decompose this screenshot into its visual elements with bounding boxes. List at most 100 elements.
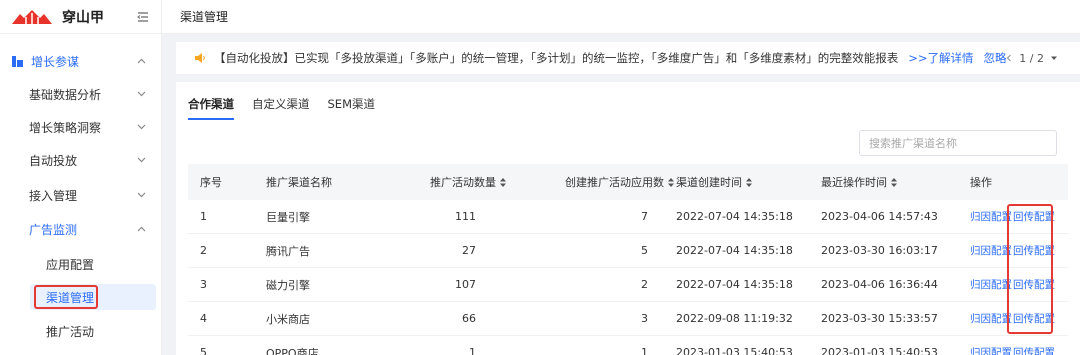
table-row: 5 OPPO商店 1 1 2023-01-03 15:40:53 2023-01-03 1…: [188, 336, 1068, 355]
cell-app-count: 3: [641, 312, 648, 325]
cell-name: OPPO商店: [266, 346, 319, 355]
table-header: 序号 推广渠道名称 推广活动数量 创建推广活动应用数 渠道创建时间 最近操作时间…: [188, 164, 1068, 200]
sidebar-group-label: 增长参谋: [31, 54, 80, 69]
cell-activity-count: 107: [455, 278, 476, 291]
cell-created: 2022-09-08 11:19:32: [676, 312, 793, 325]
sort-icon[interactable]: [891, 177, 897, 187]
tab-custom-channel[interactable]: 自定义渠道: [252, 96, 310, 120]
col-header-label: 最近操作时间: [821, 176, 887, 189]
cell-index: 4: [200, 312, 207, 325]
col-header-index: 序号: [200, 176, 222, 189]
col-header-app-count[interactable]: 创建推广活动应用数: [565, 174, 674, 190]
logo-text: 穿山甲: [62, 9, 104, 26]
sidebar-item-app-config[interactable]: 应用配置: [0, 249, 162, 279]
sidebar-item-label: 推广活动: [46, 324, 95, 339]
sidebar-item-basic-data[interactable]: 基础数据分析: [0, 79, 162, 109]
notice-pager: 1 / 2: [999, 52, 1064, 65]
attribution-config-link[interactable]: 归因配置: [970, 311, 1012, 326]
main-card: 合作渠道 自定义渠道 SEM渠道 序号 推广渠道名称 推广活动数量 创建推广活动…: [176, 82, 1080, 355]
page-title: 渠道管理: [180, 10, 229, 24]
col-header-label: 推广活动数量: [430, 176, 496, 189]
callback-config-link[interactable]: 回传配置: [1013, 311, 1055, 326]
cell-last-op: 2023-04-06 16:36:44: [821, 278, 938, 291]
cell-last-op: 2023-03-30 16:03:17: [821, 244, 938, 257]
page-header: 渠道管理: [162, 0, 1080, 34]
tab-sem-channel[interactable]: SEM渠道: [328, 96, 376, 120]
sort-icon[interactable]: [500, 177, 506, 187]
cell-activity-count: 66: [462, 312, 476, 325]
cell-name: 腾讯广告: [266, 244, 310, 258]
col-header-created[interactable]: 渠道创建时间: [676, 174, 752, 190]
cell-index: 1: [200, 210, 207, 223]
attribution-config-link[interactable]: 归因配置: [970, 345, 1012, 355]
cell-app-count: 5: [641, 244, 648, 257]
callback-config-link[interactable]: 回传配置: [1013, 345, 1055, 355]
col-header-name: 推广渠道名称: [266, 176, 332, 189]
cell-app-count: 7: [641, 210, 648, 223]
tab-partner-channel[interactable]: 合作渠道: [188, 96, 234, 120]
search-input[interactable]: [859, 130, 1057, 156]
cell-last-op: 2023-03-30 15:33:57: [821, 312, 938, 325]
cell-activity-count: 111: [455, 210, 476, 223]
chart-icon: [12, 55, 23, 67]
sidebar-item-promotion[interactable]: 推广活动: [0, 316, 162, 346]
callback-config-link[interactable]: 回传配置: [1013, 277, 1055, 292]
table-row: 1 巨量引擎 111 7 2022-07-04 14:35:18 2023-04-06 1…: [188, 200, 1068, 234]
chevron-up-icon: [137, 226, 146, 232]
callback-config-link[interactable]: 回传配置: [1013, 243, 1055, 258]
col-header-activity-count[interactable]: 推广活动数量: [430, 174, 506, 190]
cell-name: 巨量引擎: [266, 210, 310, 224]
sort-icon[interactable]: [746, 177, 752, 187]
sidebar-item-label: 渠道管理: [46, 290, 95, 305]
sort-icon[interactable]: [668, 177, 674, 187]
caret-down-icon[interactable]: [1050, 54, 1058, 62]
cell-last-op: 2023-01-03 15:40:53: [821, 346, 938, 355]
sidebar: 穿山甲 增长参谋 基础数据分析 增长策略洞察 自动投放 接入管理 广告监测 应用…: [0, 0, 162, 355]
cell-app-count: 2: [641, 278, 648, 291]
cell-activity-count: 27: [462, 244, 476, 257]
speaker-icon: [195, 53, 205, 63]
sidebar-group-growth[interactable]: 增长参谋: [0, 46, 162, 76]
chevron-left-icon[interactable]: [1005, 54, 1013, 62]
cell-created: 2022-07-04 14:35:18: [676, 210, 793, 223]
table-row: 3 磁力引擎 107 2 2022-07-04 14:35:18 2023-04-06 1…: [188, 268, 1068, 302]
cell-created: 2022-07-04 14:35:18: [676, 278, 793, 291]
attribution-config-link[interactable]: 归因配置: [970, 209, 1012, 224]
cell-index: 5: [200, 346, 207, 355]
col-header-ops: 操作: [970, 176, 992, 189]
cell-name: 磁力引擎: [266, 278, 310, 292]
learn-more-link[interactable]: >>了解详情: [908, 50, 973, 66]
sidebar-item-label: 广告监测: [29, 222, 78, 237]
attribution-config-link[interactable]: 归因配置: [970, 277, 1012, 292]
sidebar-item-channel-manage[interactable]: 渠道管理: [0, 282, 162, 312]
cell-created: 2022-07-04 14:35:18: [676, 244, 793, 257]
channel-table: 序号 推广渠道名称 推广活动数量 创建推广活动应用数 渠道创建时间 最近操作时间…: [188, 164, 1068, 355]
menu-collapse-icon[interactable]: [137, 11, 149, 22]
cell-activity-count: 1: [469, 346, 476, 355]
sidebar-item-ad-monitor[interactable]: 广告监测: [0, 214, 162, 244]
sidebar-item-access[interactable]: 接入管理: [0, 180, 162, 210]
chevron-down-icon: [137, 124, 146, 130]
chevron-down-icon: [137, 91, 146, 97]
sidebar-item-label: 接入管理: [29, 188, 78, 203]
cell-app-count: 1: [641, 346, 648, 355]
logo-row: 穿山甲: [0, 0, 161, 34]
col-header-label: 渠道创建时间: [676, 176, 742, 189]
logo-icon: [12, 9, 52, 24]
sidebar-item-label: 增长策略洞察: [29, 120, 102, 135]
table-row: 2 腾讯广告 27 5 2022-07-04 14:35:18 2023-03-30 16…: [188, 234, 1068, 268]
sidebar-item-strategy[interactable]: 增长策略洞察: [0, 112, 162, 142]
table-row: 4 小米商店 66 3 2022-09-08 11:19:32 2023-03-30 15…: [188, 302, 1068, 336]
col-header-last-op[interactable]: 最近操作时间: [821, 174, 897, 190]
cell-last-op: 2023-04-06 14:57:43: [821, 210, 938, 223]
notice-bar: 【自动化投放】已实现「多投放渠道」「多账户」的统一管理，「多计划」的统一监控，「…: [176, 42, 1080, 74]
sidebar-item-auto-delivery[interactable]: 自动投放: [0, 145, 162, 175]
callback-config-link[interactable]: 回传配置: [1013, 209, 1055, 224]
cell-index: 2: [200, 244, 207, 257]
cell-name: 小米商店: [266, 312, 310, 326]
col-header-label: 创建推广活动应用数: [565, 176, 664, 189]
sidebar-item-label: 自动投放: [29, 153, 78, 168]
notice-text: 【自动化投放】已实现「多投放渠道」「多账户」的统一管理，「多计划」的统一监控，「…: [214, 51, 899, 65]
attribution-config-link[interactable]: 归因配置: [970, 243, 1012, 258]
chevron-down-icon: [137, 157, 146, 163]
